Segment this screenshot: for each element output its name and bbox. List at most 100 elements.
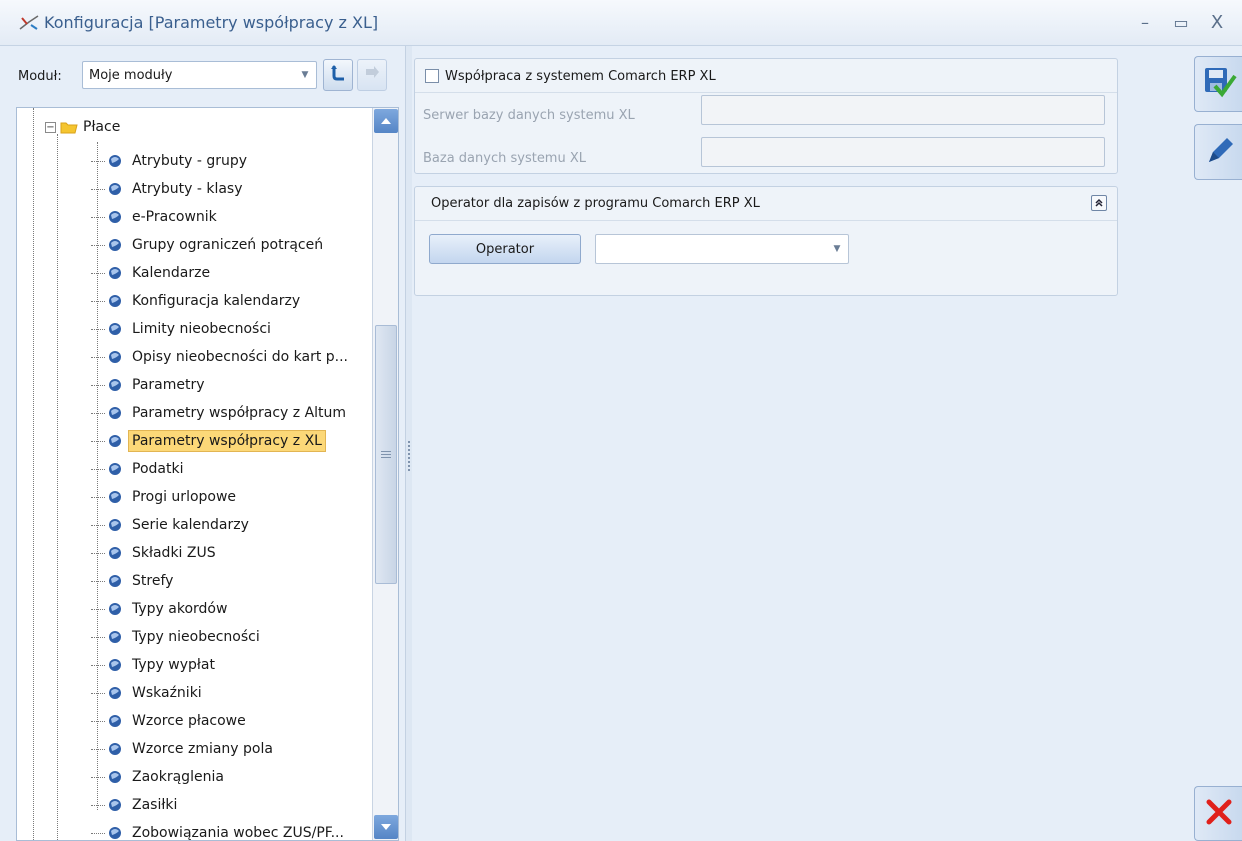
blue-globe-icon (108, 798, 122, 812)
tree-item[interactable]: Opisy nieobecności do kart p... (91, 343, 352, 371)
tree-item-label: Progi urlopowe (132, 489, 237, 505)
title-bar: Konfiguracja [Parametry współpracy z XL]… (0, 0, 1242, 46)
blue-globe-icon (108, 574, 122, 588)
xl-cooperation-checkbox-row[interactable]: Współpraca z systemem Comarch ERP XL (425, 66, 716, 86)
operator-select[interactable]: ▼ (595, 234, 849, 264)
tree-item[interactable]: Parametry współpracy z XL (91, 427, 352, 455)
blue-globe-icon (108, 826, 122, 840)
tree-item[interactable]: Wzorce płacowe (91, 707, 352, 735)
tree-item[interactable]: Składki ZUS (91, 539, 352, 567)
tree-item[interactable]: Zasiłki (91, 791, 352, 819)
tree-node-place[interactable]: − Płace (45, 116, 120, 138)
cancel-button[interactable] (1194, 786, 1242, 841)
tree-branch-line (91, 776, 105, 778)
tree-item-label: Atrybuty - klasy (132, 181, 243, 197)
tree-item[interactable]: Wskaźniki (91, 679, 352, 707)
save-icon (1201, 64, 1237, 104)
tree-branch-line (91, 748, 105, 750)
tree-branch-line (91, 412, 105, 414)
tree-item[interactable]: Limity nieobecności (91, 315, 352, 343)
tree-item[interactable]: Typy akordów (91, 595, 352, 623)
blue-globe-icon (108, 182, 122, 196)
tree-guide-line (57, 134, 58, 840)
tree-item[interactable]: Progi urlopowe (91, 483, 352, 511)
tree-item[interactable]: Parametry współpracy z Altum (91, 399, 352, 427)
tree-item[interactable]: Kalendarze (91, 259, 352, 287)
blue-globe-icon (108, 518, 122, 532)
double-chevron-up-icon (1095, 198, 1103, 207)
tree-branch-line (91, 356, 105, 358)
scroll-thumb[interactable] (375, 325, 397, 584)
close-button[interactable]: X (1204, 10, 1230, 34)
tree-item[interactable]: Serie kalendarzy (91, 511, 352, 539)
tree-item[interactable]: Atrybuty - klasy (91, 175, 352, 203)
tree-item-label: Atrybuty - grupy (132, 153, 248, 169)
tree-branch-line (91, 580, 105, 582)
refresh-button[interactable] (323, 59, 353, 91)
tree-item[interactable]: Konfiguracja kalendarzy (91, 287, 352, 315)
tree-scrollbar[interactable] (372, 108, 398, 840)
tree-item[interactable]: Atrybuty - grupy (91, 147, 352, 175)
operator-group: Operator dla zapisów z programu Comarch … (414, 186, 1118, 296)
tree-item[interactable]: Grupy ograniczeń potrąceń (91, 231, 352, 259)
tree-item[interactable]: Typy nieobecności (91, 623, 352, 651)
tree-item[interactable]: Wzorce zmiany pola (91, 735, 352, 763)
edit-button[interactable] (1194, 124, 1242, 180)
tree-item-label: Parametry (132, 377, 205, 393)
tree-item[interactable]: Podatki (91, 455, 352, 483)
chevron-down-icon: ▼ (833, 244, 841, 254)
tree-branch-line (91, 188, 105, 190)
collapse-section-button[interactable] (1091, 195, 1107, 211)
scroll-down-button[interactable] (374, 815, 398, 839)
tree-branch-line (91, 664, 105, 666)
tree-item-label: Wskaźniki (132, 685, 202, 701)
operator-button[interactable]: Operator (429, 234, 581, 264)
blue-globe-icon (108, 546, 122, 560)
tree-item-label: Parametry współpracy z XL (128, 430, 326, 452)
tree-item[interactable]: Zobowiązania wobec ZUS/PF... (91, 819, 352, 840)
blue-globe-icon (108, 742, 122, 756)
tree-item-label: Typy wypłat (132, 657, 215, 673)
tree-item[interactable]: Parametry (91, 371, 352, 399)
tree-root-label: Płace (83, 119, 121, 135)
module-select[interactable]: Moje moduły ▼ (82, 61, 317, 89)
tree-branch-line (91, 804, 105, 806)
maximize-button[interactable]: ▭ (1168, 10, 1194, 34)
server-input[interactable] (701, 95, 1105, 125)
tree-item[interactable]: Strefy (91, 567, 352, 595)
blue-globe-icon (108, 378, 122, 392)
blue-globe-icon (108, 350, 122, 364)
tree-branch-line (91, 608, 105, 610)
tree-guide-line (33, 108, 34, 840)
window-title: Konfiguracja [Parametry współpracy z XL] (44, 13, 379, 32)
blue-globe-icon (108, 602, 122, 616)
tree-item-label: Zasiłki (132, 797, 178, 813)
tree-item-label: Grupy ograniczeń potrąceń (132, 237, 324, 253)
panel-splitter[interactable] (405, 46, 412, 841)
edit-icon (1201, 132, 1237, 172)
settings-tree[interactable]: − Płace Atrybuty - grupy Atrybuty - klasy… (16, 107, 399, 841)
tree-branch-line (91, 160, 105, 162)
navigation-panel: Moduł: Moje moduły ▼ − Płace Atrybuty - … (0, 46, 405, 841)
tree-branch-line (91, 244, 105, 246)
database-input[interactable] (701, 137, 1105, 167)
tree-branch-line (91, 328, 105, 330)
xl-cooperation-checkbox[interactable] (425, 69, 439, 83)
blue-globe-icon (108, 658, 122, 672)
minimize-button[interactable]: – (1132, 10, 1158, 34)
tree-branch-line (91, 496, 105, 498)
tree-item-label: Typy nieobecności (132, 629, 260, 645)
save-button[interactable] (1194, 56, 1242, 112)
secondary-action-button[interactable] (357, 59, 387, 91)
blue-globe-icon (108, 322, 122, 336)
collapse-node-icon[interactable]: − (45, 121, 56, 133)
tree-branch-line (91, 692, 105, 694)
tree-item[interactable]: e-Pracownik (91, 203, 352, 231)
scroll-up-button[interactable] (374, 109, 398, 133)
tree-item[interactable]: Typy wypłat (91, 651, 352, 679)
grip-icon (408, 441, 410, 471)
tree-item[interactable]: Zaokrąglenia (91, 763, 352, 791)
blue-globe-icon (108, 434, 122, 448)
tree-item-label: Zaokrąglenia (132, 769, 224, 785)
blue-globe-icon (108, 154, 122, 168)
